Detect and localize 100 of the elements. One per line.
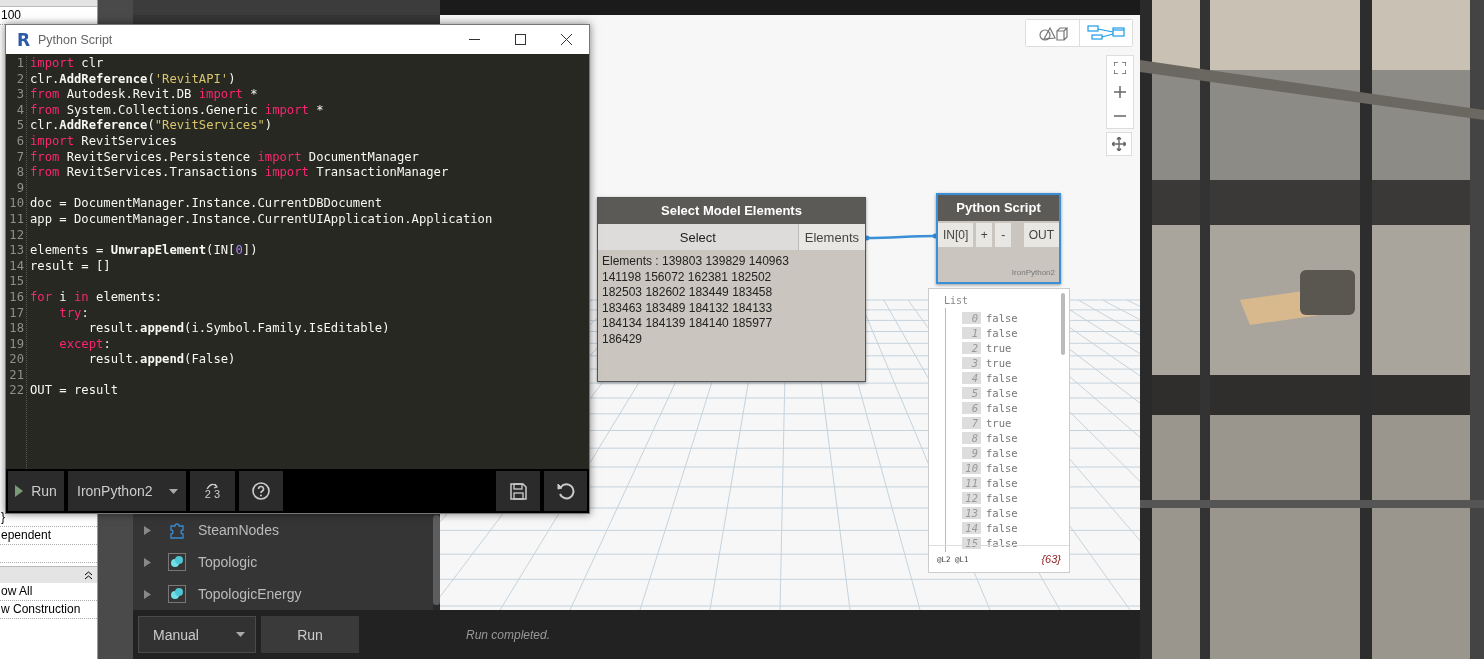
list-index: 6 — [962, 401, 981, 414]
output-port[interactable]: OUT — [1023, 223, 1059, 247]
code-token: app = DocumentManager.Instance.CurrentUIApplication.Application — [30, 211, 493, 226]
revert-button[interactable] — [544, 471, 587, 511]
migration-button[interactable]: 2 3 — [190, 471, 235, 511]
list-value: true — [986, 341, 1012, 354]
item-count: {63} — [1041, 553, 1061, 565]
list-index: 7 — [962, 416, 981, 429]
pan-button[interactable] — [1106, 132, 1132, 156]
line-number: 16 — [8, 289, 24, 306]
close-icon — [560, 34, 572, 45]
code-token: : — [81, 305, 89, 320]
code-token: import — [264, 102, 309, 117]
list-value: false — [986, 386, 1018, 399]
save-button[interactable] — [496, 471, 540, 511]
line-number: 17 — [8, 305, 24, 322]
fit-icon — [1114, 62, 1126, 74]
list-value: false — [986, 461, 1018, 474]
code-token: RevitServices — [80, 133, 177, 148]
code-token: (IN[ — [206, 243, 236, 258]
code-token: for — [30, 289, 52, 304]
list-value: false — [986, 371, 1018, 384]
graph-view-button[interactable] — [1079, 20, 1132, 46]
plus-icon — [1114, 86, 1126, 98]
property-value: ow All — [0, 583, 97, 601]
line-number: 11 — [8, 211, 24, 228]
list-value: false — [986, 491, 1018, 504]
code-token: "RevitServices" — [154, 118, 265, 133]
run-mode-dropdown[interactable]: Manual — [138, 616, 256, 653]
list-index: 8 — [962, 431, 981, 444]
code-token: UnwrapElement — [110, 243, 207, 258]
line-number: 1 — [15, 56, 24, 72]
code-token: DocumentManager — [307, 149, 419, 164]
property-value: ependent — [0, 527, 97, 545]
code-token: import — [264, 165, 309, 180]
code-token: ) — [264, 118, 273, 133]
input-port[interactable]: IN[0] — [938, 223, 974, 247]
list-index: 2 — [962, 341, 981, 354]
code-token: result. — [87, 352, 141, 367]
app-logo: R — [15, 31, 32, 48]
line-number: 14 — [8, 258, 24, 275]
curved-arrow-icon — [205, 482, 220, 489]
move-icon — [1112, 137, 1126, 151]
scrollbar[interactable] — [433, 515, 440, 610]
line-number: 4 — [15, 102, 24, 119]
list-value: true — [986, 356, 1012, 369]
code-token: import — [30, 56, 75, 70]
add-input-button[interactable]: + — [976, 223, 993, 247]
code-token: (False) — [184, 352, 236, 367]
output-port[interactable]: Elements — [798, 224, 865, 250]
node-title: Select Model Elements — [598, 198, 865, 224]
remove-input-button[interactable]: - — [995, 223, 1012, 247]
list-index: 4 — [962, 371, 981, 384]
expand-icon — [144, 557, 151, 567]
caret-icon — [169, 488, 178, 494]
list-index: 11 — [962, 476, 981, 489]
play-icon — [15, 485, 24, 497]
engine-dropdown[interactable]: IronPython2 — [68, 471, 186, 511]
code-token: append — [140, 321, 185, 336]
list-index: 1 — [962, 326, 981, 339]
line-number: 21 — [8, 367, 24, 384]
line-number: 22 — [8, 383, 24, 400]
scrollbar[interactable] — [1061, 293, 1065, 355]
code-token: clr. — [30, 118, 60, 133]
code-token: elements: — [95, 289, 163, 304]
list-index: 9 — [962, 446, 981, 459]
list-header: List — [944, 295, 969, 306]
list-value: false — [986, 521, 1018, 534]
code-token: RevitServices.Transactions — [65, 165, 259, 180]
code-token: import — [30, 133, 75, 148]
line-number: 7 — [15, 149, 24, 166]
run-button[interactable]: Run — [8, 471, 64, 511]
puzzle-icon — [168, 521, 186, 539]
code-token: clr. — [30, 71, 60, 86]
list-index: 13 — [962, 506, 981, 519]
code-token: ]) — [242, 243, 258, 258]
run-button[interactable]: Run — [261, 616, 359, 653]
code-token: ( — [147, 71, 155, 86]
select-button[interactable]: Select — [598, 224, 799, 250]
code-token: from — [30, 149, 60, 164]
code-token: (i.Symbol.Family.IsEditable) — [184, 321, 390, 336]
line-number: 6 — [15, 133, 24, 150]
line-number: 20 — [8, 352, 24, 368]
line-number: 15 — [8, 274, 24, 290]
code-token: except — [58, 336, 104, 351]
help-button[interactable] — [239, 471, 283, 511]
code-token: i — [58, 289, 68, 304]
code-token: result = [] — [30, 258, 111, 273]
maximize-icon — [514, 34, 526, 45]
code-token: from — [30, 165, 60, 180]
code-token: System.Collections.Generic — [65, 102, 259, 117]
code-token: from — [30, 102, 60, 117]
status-text: Run completed. — [466, 627, 551, 642]
list-value: false — [986, 506, 1018, 519]
line-number: 9 — [15, 180, 24, 197]
code-token: : — [103, 336, 111, 351]
code-token: * — [315, 102, 324, 117]
line-number: 3 — [15, 87, 24, 103]
save-icon — [509, 482, 527, 500]
list-value: false — [986, 326, 1018, 339]
